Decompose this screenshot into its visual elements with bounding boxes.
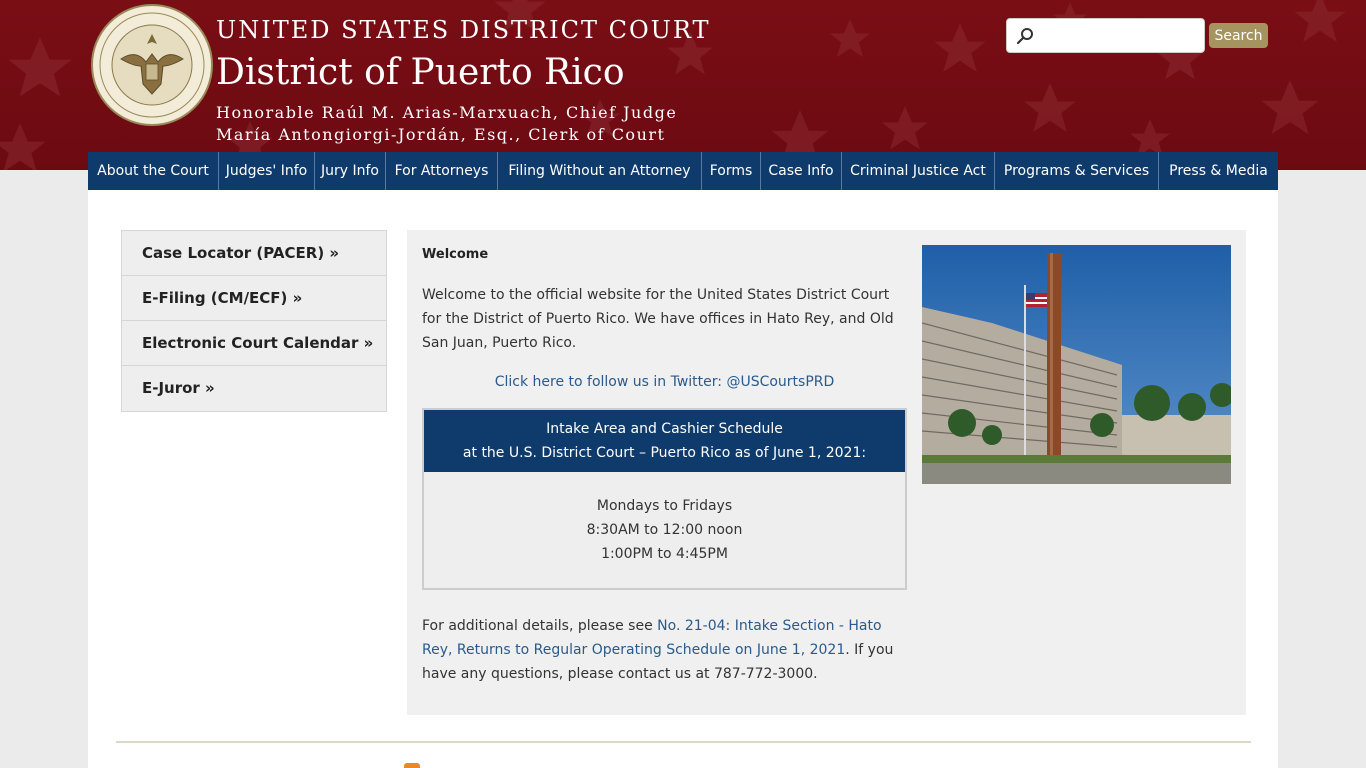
twitter-link[interactable]: Click here to follow us in Twitter: @USC… (422, 370, 907, 394)
nav-filing-without-attorney[interactable]: Filing Without an Attorney (498, 152, 702, 190)
schedule-body: Mondays to Fridays 8:30AM to 12:00 noon … (424, 472, 905, 566)
main-nav: About the Court Judges' Info Jury Info F… (88, 152, 1278, 190)
search-input[interactable] (1041, 24, 1201, 48)
site-header: UNITED STATES DISTRICT COURT District of… (0, 0, 1366, 170)
footer-divider (116, 741, 1251, 743)
nav-jury-info[interactable]: Jury Info (315, 152, 386, 190)
sidebar-item-e-juror[interactable]: E-Juror » (122, 366, 386, 411)
nav-judges-info[interactable]: Judges' Info (219, 152, 315, 190)
nav-criminal-justice-act[interactable]: Criminal Justice Act (842, 152, 995, 190)
schedule-days: Mondays to Fridays (596, 498, 733, 514)
schedule-morning: 8:30AM to 12:00 noon (586, 522, 743, 538)
chief-judge: Honorable Raúl M. Arias-Marxuach, Chief … (216, 103, 678, 122)
nav-case-info[interactable]: Case Info (761, 152, 842, 190)
sidebar-menu: Case Locator (PACER) » E-Filing (CM/ECF)… (121, 230, 387, 412)
search-button[interactable]: Search (1209, 23, 1268, 48)
schedule-afternoon: 1:00PM to 4:45PM (601, 546, 728, 562)
schedule-header: Intake Area and Cashier Schedule at the … (424, 410, 905, 472)
welcome-title: Welcome (422, 247, 489, 262)
sidebar-item-court-calendar[interactable]: Electronic Court Calendar » (122, 321, 386, 366)
nav-about-the-court[interactable]: About the Court (88, 152, 219, 190)
nav-forms[interactable]: Forms (702, 152, 761, 190)
rss-icon[interactable] (404, 763, 420, 768)
welcome-intro: Welcome to the official website for the … (422, 287, 894, 351)
sidebar-item-case-locator[interactable]: Case Locator (PACER) » (122, 231, 386, 276)
details-prefix: For additional details, please see (422, 618, 658, 634)
search-icon (1016, 28, 1033, 45)
sidebar-item-e-filing[interactable]: E-Filing (CM/ECF) » (122, 276, 386, 321)
district-name[interactable]: District of Puerto Rico (216, 52, 625, 93)
nav-for-attorneys[interactable]: For Attorneys (386, 152, 498, 190)
courthouse-image (922, 245, 1231, 484)
schedule-heading-1: Intake Area and Cashier Schedule (546, 421, 783, 437)
nav-programs-services[interactable]: Programs & Services (995, 152, 1159, 190)
court-name: UNITED STATES DISTRICT COURT (216, 16, 711, 44)
clerk-of-court: María Antongiorgi-Jordán, Esq., Clerk of… (216, 125, 666, 144)
schedule-heading-2: at the U.S. District Court – Puerto Rico… (462, 445, 867, 461)
schedule-box: Intake Area and Cashier Schedule at the … (422, 408, 907, 590)
court-seal-icon (91, 4, 213, 126)
search-box[interactable] (1006, 18, 1205, 53)
courthouse-photo (922, 245, 1231, 484)
additional-details: For additional details, please see No. 2… (422, 614, 912, 686)
nav-press-media[interactable]: Press & Media (1159, 152, 1278, 190)
